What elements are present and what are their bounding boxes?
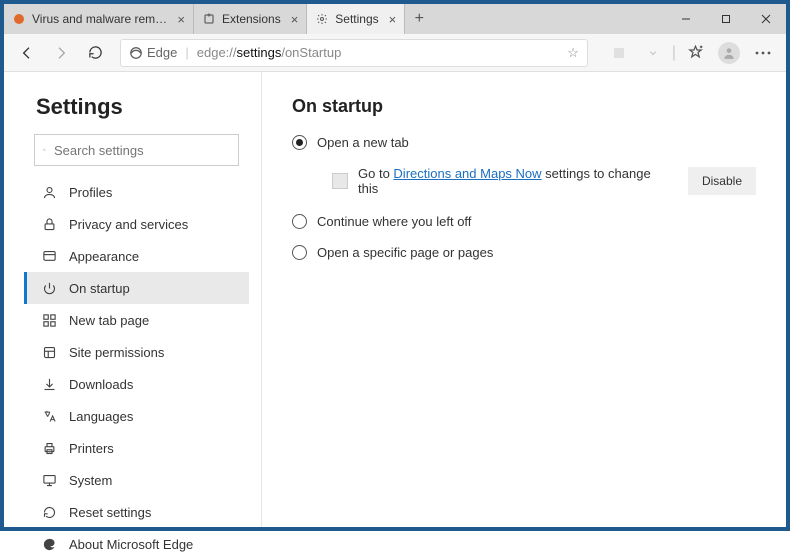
- favorite-icon[interactable]: ☆: [567, 45, 579, 61]
- favorites-icon[interactable]: [680, 38, 710, 68]
- sidebar-item-system[interactable]: System: [24, 464, 249, 496]
- sidebar-item-label: Reset settings: [69, 505, 151, 520]
- search-field[interactable]: [54, 143, 230, 158]
- language-icon: [41, 408, 57, 424]
- system-icon: [41, 472, 57, 488]
- tab-title: Extensions: [222, 12, 281, 26]
- sidebar-item-reset[interactable]: Reset settings: [24, 496, 249, 528]
- search-input[interactable]: [34, 134, 239, 166]
- tab-extensions[interactable]: Extensions ×: [194, 4, 307, 34]
- sidebar-item-newtab[interactable]: New tab page: [24, 304, 249, 336]
- extension-toolbar-icon[interactable]: [604, 38, 634, 68]
- close-button[interactable]: [746, 4, 786, 34]
- site-identity: Edge: [147, 45, 177, 60]
- radio-specific-page[interactable]: [292, 245, 307, 260]
- radio-open-new-tab[interactable]: [292, 135, 307, 150]
- lock-icon: [41, 216, 57, 232]
- sidebar-item-printers[interactable]: Printers: [24, 432, 249, 464]
- sidebar-item-label: Site permissions: [69, 345, 164, 360]
- sidebar-item-label: Downloads: [69, 377, 133, 392]
- close-icon[interactable]: ×: [291, 12, 299, 27]
- sidebar-item-privacy[interactable]: Privacy and services: [24, 208, 249, 240]
- close-icon[interactable]: ×: [389, 12, 397, 27]
- tab-title: Virus and malware removal instr: [32, 12, 167, 26]
- sidebar-item-label: On startup: [69, 281, 130, 296]
- forward-button[interactable]: [46, 38, 76, 68]
- gear-icon: [315, 12, 329, 26]
- puzzle-icon: [202, 12, 216, 26]
- grid-icon: [41, 312, 57, 328]
- printer-icon: [41, 440, 57, 456]
- power-icon: [41, 280, 57, 296]
- search-icon: [43, 143, 46, 157]
- sidebar-item-appearance[interactable]: Appearance: [24, 240, 249, 272]
- sidebar-item-permissions[interactable]: Site permissions: [24, 336, 249, 368]
- tab-favicon: [12, 12, 26, 26]
- download-icon: [41, 376, 57, 392]
- edge-logo-icon: [41, 536, 57, 552]
- option-label: Open a specific page or pages: [317, 245, 493, 260]
- sidebar-item-profiles[interactable]: Profiles: [24, 176, 249, 208]
- address-bar[interactable]: Edge | edge://settings/onStartup ☆: [120, 39, 588, 67]
- maximize-button[interactable]: [706, 4, 746, 34]
- sidebar-item-label: New tab page: [69, 313, 149, 328]
- extension-notice: Go to Directions and Maps Now settings t…: [358, 166, 668, 196]
- url-text: edge://settings/onStartup: [197, 45, 559, 60]
- disable-button[interactable]: Disable: [688, 167, 756, 195]
- sidebar-item-label: System: [69, 473, 112, 488]
- sidebar-item-about[interactable]: About Microsoft Edge: [24, 528, 249, 560]
- tab-virus[interactable]: Virus and malware removal instr ×: [4, 4, 194, 34]
- sidebar-item-label: Appearance: [69, 249, 139, 264]
- sidebar-item-label: Profiles: [69, 185, 112, 200]
- refresh-button[interactable]: [80, 38, 110, 68]
- tab-title: Settings: [335, 12, 378, 26]
- avatar: [718, 42, 740, 64]
- close-icon[interactable]: ×: [177, 12, 185, 27]
- sidebar-item-label: About Microsoft Edge: [69, 537, 193, 552]
- extension-link[interactable]: Directions and Maps Now: [393, 166, 541, 181]
- reset-icon: [41, 504, 57, 520]
- radio-continue[interactable]: [292, 214, 307, 229]
- sidebar-item-label: Privacy and services: [69, 217, 188, 232]
- permissions-icon: [41, 344, 57, 360]
- profile-icon: [41, 184, 57, 200]
- sidebar-item-label: Printers: [69, 441, 114, 456]
- sidebar-item-languages[interactable]: Languages: [24, 400, 249, 432]
- more-button[interactable]: [748, 38, 778, 68]
- downloads-icon[interactable]: [638, 38, 668, 68]
- profile-button[interactable]: [714, 38, 744, 68]
- section-title: On startup: [292, 96, 756, 117]
- edge-icon: Edge: [129, 45, 177, 60]
- appearance-icon: [41, 248, 57, 264]
- minimize-button[interactable]: [666, 4, 706, 34]
- tab-settings[interactable]: Settings ×: [307, 4, 405, 34]
- option-label: Open a new tab: [317, 135, 409, 150]
- sidebar-item-on-startup[interactable]: On startup: [24, 272, 249, 304]
- sidebar-item-downloads[interactable]: Downloads: [24, 368, 249, 400]
- option-label: Continue where you left off: [317, 214, 471, 229]
- extension-icon: [332, 173, 348, 189]
- back-button[interactable]: [12, 38, 42, 68]
- sidebar-item-label: Languages: [69, 409, 133, 424]
- new-tab-button[interactable]: +: [405, 4, 433, 34]
- page-title: Settings: [36, 94, 249, 120]
